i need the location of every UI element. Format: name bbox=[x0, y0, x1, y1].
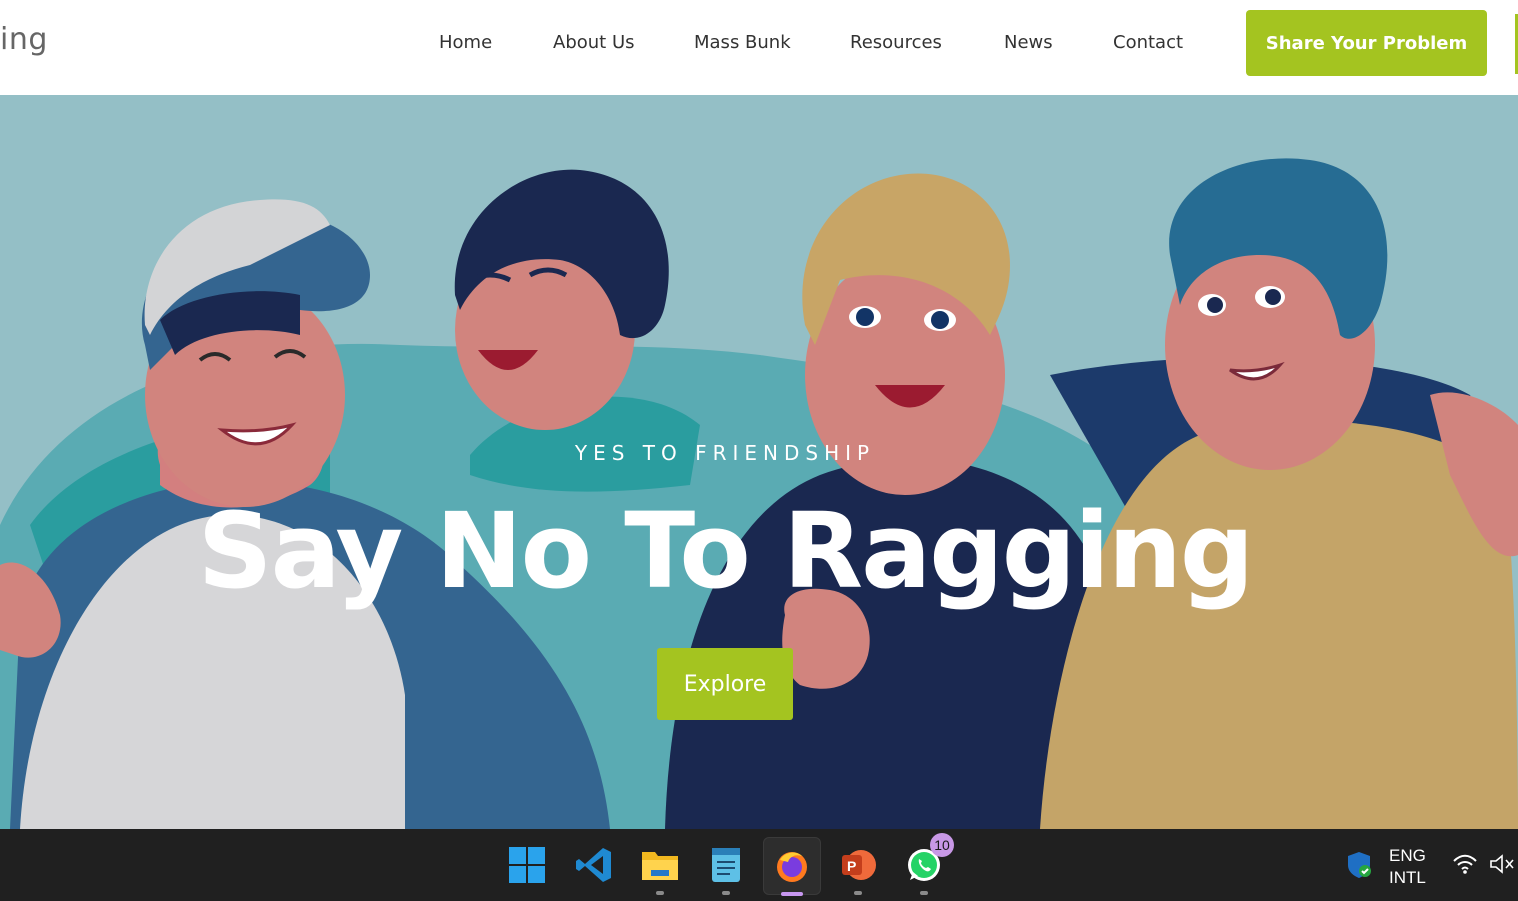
svg-text:P: P bbox=[847, 858, 856, 874]
windows-start-icon[interactable] bbox=[499, 837, 555, 893]
taskbar: P 10 ENG INTL bbox=[0, 829, 1518, 901]
hero-subtitle: YES TO FRIENDSHIP bbox=[574, 441, 876, 465]
notepad-icon[interactable] bbox=[698, 837, 754, 895]
active-indicator bbox=[781, 892, 803, 896]
share-your-problem-button[interactable]: Share Your Problem bbox=[1246, 10, 1487, 76]
nav-resources[interactable]: Resources bbox=[850, 32, 942, 53]
notification-badge: 10 bbox=[930, 833, 954, 857]
language-indicator[interactable]: ENG INTL bbox=[1389, 845, 1426, 889]
whatsapp-icon[interactable]: 10 bbox=[896, 833, 954, 895]
file-explorer-icon[interactable] bbox=[632, 837, 688, 895]
explore-button[interactable]: Explore bbox=[657, 648, 793, 720]
language-code: ENG bbox=[1389, 846, 1426, 865]
nav-about-us[interactable]: About Us bbox=[553, 32, 635, 53]
nav-contact[interactable]: Contact bbox=[1113, 32, 1183, 53]
site-logo[interactable]: ing bbox=[0, 22, 48, 57]
running-indicator bbox=[920, 891, 928, 895]
hero-title: Say No To Ragging bbox=[197, 490, 1255, 612]
nav-mass-bunk[interactable]: Mass Bunk bbox=[694, 32, 791, 53]
security-shield-icon[interactable] bbox=[1346, 851, 1372, 884]
hero-banner: YES TO FRIENDSHIP Say No To Ragging Expl… bbox=[0, 95, 1518, 829]
keyboard-layout: INTL bbox=[1389, 868, 1426, 887]
powerpoint-icon[interactable]: P bbox=[830, 837, 886, 895]
firefox-icon[interactable] bbox=[763, 837, 821, 896]
nav-news[interactable]: News bbox=[1004, 32, 1053, 53]
running-indicator bbox=[722, 891, 730, 895]
volume-muted-icon[interactable] bbox=[1489, 853, 1515, 880]
vscode-icon[interactable] bbox=[566, 837, 622, 893]
site-header: ing Home About Us Mass Bunk Resources Ne… bbox=[0, 0, 1518, 95]
running-indicator bbox=[854, 891, 862, 895]
running-indicator bbox=[656, 891, 664, 895]
wifi-icon[interactable] bbox=[1452, 853, 1478, 880]
nav-home[interactable]: Home bbox=[439, 32, 492, 53]
